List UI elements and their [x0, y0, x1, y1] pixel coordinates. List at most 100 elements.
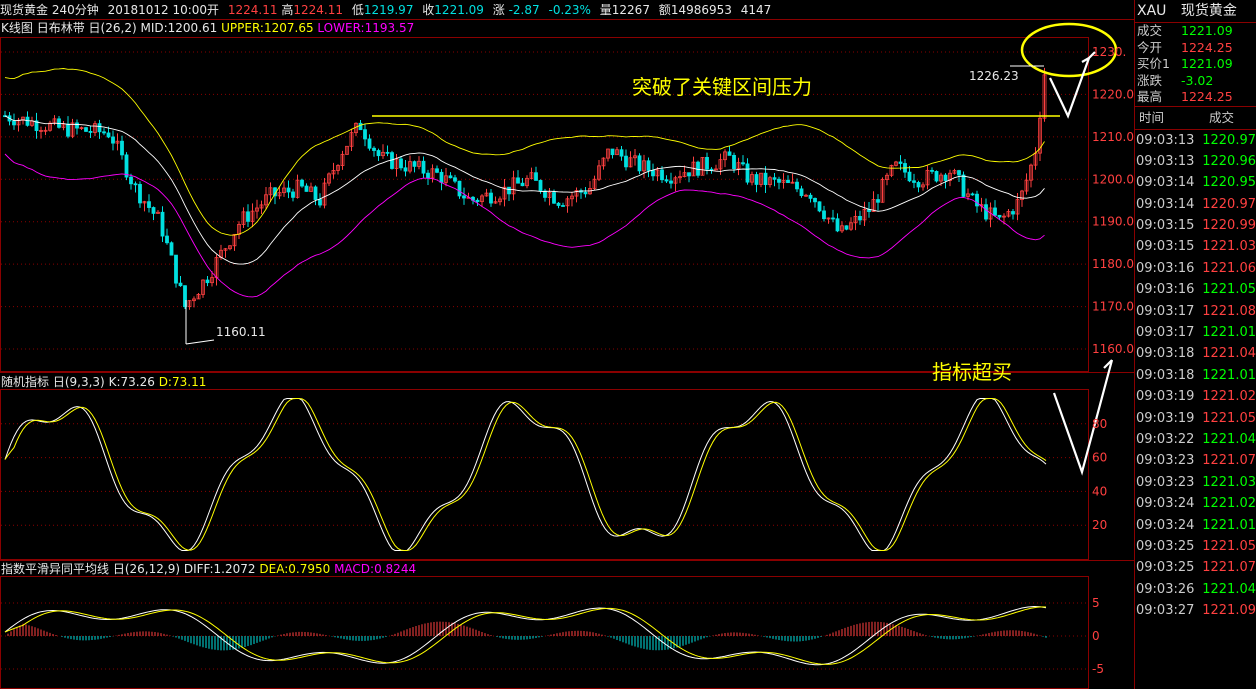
tick-time: 09:03:15 — [1136, 239, 1195, 255]
candle-body — [705, 156, 709, 170]
candle-body — [120, 140, 124, 156]
candle-body — [799, 188, 804, 196]
candle-body — [817, 201, 822, 212]
tick-price: 1220.97 — [1202, 132, 1256, 148]
candle-body — [439, 171, 444, 183]
candle-body — [727, 151, 732, 156]
lower-value: 1193.57 — [364, 21, 415, 35]
candle-body — [291, 191, 295, 198]
tick-row: 09:03:16 1221.05 — [1135, 279, 1256, 300]
tick-row: 09:03:15 1220.99 — [1135, 215, 1256, 236]
candle-body — [205, 279, 210, 284]
candle-body — [822, 210, 826, 220]
tick-time: 09:03:17 — [1136, 303, 1195, 319]
candle-body — [12, 120, 16, 126]
candle-body — [957, 170, 961, 176]
y-tick-label: 40 — [1092, 484, 1107, 498]
upper-value: 1207.65 — [263, 21, 314, 35]
candle-body — [367, 138, 372, 149]
tick-row: 09:03:26 1221.04 — [1135, 579, 1256, 600]
indicator-name[interactable]: 日布林带 — [37, 21, 85, 35]
tick-list[interactable]: 09:03:13 1220.97 09:03:13 1220.96 09:03:14 12… — [1135, 130, 1256, 622]
chart-canvas[interactable]: 1230. 1220.0 1210.0 1200.0 1190.0 1180.0 1170.… — [0, 0, 1134, 689]
candle-body — [538, 180, 543, 192]
tick-time: 09:03:22 — [1136, 431, 1195, 447]
kdj-params: 日(9,3,3) — [52, 375, 105, 389]
tick-time: 09:03:16 — [1136, 260, 1195, 276]
candle-body — [138, 184, 142, 204]
tick-time: 09:03:16 — [1136, 282, 1195, 298]
kdj-lines — [4, 398, 1047, 551]
candle-body — [489, 192, 493, 204]
candle-body — [363, 129, 367, 140]
y-tick-label: 1180.0 — [1092, 257, 1134, 271]
k-value: 73.26 — [120, 375, 155, 389]
instrument-name: 现货黄金 — [1180, 3, 1237, 19]
candle-body — [772, 177, 777, 180]
quote-row-value: 1221.09 — [1181, 56, 1233, 71]
tick-row: 09:03:14 1220.95 — [1135, 172, 1256, 193]
y-tick-label: 1210.0 — [1092, 130, 1134, 144]
candle-body — [777, 178, 781, 183]
candle-body — [984, 204, 988, 220]
tick-time: 09:03:23 — [1136, 474, 1195, 490]
tick-row: 09:03:18 1221.04 — [1135, 343, 1256, 364]
tick-price: 1221.05 — [1202, 410, 1256, 426]
dea-value: 0.7950 — [288, 562, 331, 576]
tick-row: 09:03:19 1221.02 — [1135, 386, 1256, 407]
tick-time: 09:03:27 — [1136, 603, 1195, 619]
kdj-name[interactable]: 随机指标 — [1, 375, 49, 389]
main-panel-frame — [0, 37, 1089, 372]
tick-row: 09:03:25 1221.05 — [1135, 536, 1256, 557]
tick-price: 1220.95 — [1202, 175, 1256, 191]
candle-body — [286, 187, 291, 193]
y-tick-label: 1230. — [1092, 45, 1126, 59]
tick-row: 09:03:24 1221.02 — [1135, 493, 1256, 514]
candle-body — [318, 199, 322, 206]
candle-body — [997, 214, 1002, 218]
macd-params: 日(26,12,9) — [112, 562, 181, 576]
tick-time: 09:03:25 — [1136, 538, 1195, 554]
tick-price: 1221.07 — [1202, 560, 1256, 576]
y-tick-label: 1170.0 — [1092, 300, 1134, 314]
macd-name[interactable]: 指数平滑异同平均线 — [1, 562, 109, 576]
quote-row: 买价1 1221.09 — [1135, 56, 1256, 73]
ticks-time-header: 时间 — [1139, 109, 1165, 125]
tick-row: 09:03:18 1221.01 — [1135, 365, 1256, 386]
ticks-price-header: 成交 — [1209, 109, 1235, 125]
candle-body — [376, 150, 381, 157]
tick-price: 1221.01 — [1202, 517, 1256, 533]
candle-body — [313, 186, 318, 200]
candle-body — [151, 207, 156, 214]
tick-price: 1220.96 — [1202, 153, 1256, 169]
candle-body — [372, 147, 376, 151]
candle-body — [844, 225, 849, 230]
quote-row-value: 1224.25 — [1181, 89, 1233, 104]
header-bar: 现货黄金 240分钟 20181012 10:00开 1224.11 高1224… — [0, 0, 1134, 20]
change-pct: -0.23% — [548, 3, 591, 17]
candle-body — [174, 254, 178, 284]
candle-body — [651, 170, 655, 177]
candle-body — [399, 158, 403, 169]
bar-datetime: 20181012 10:00开 — [108, 3, 220, 17]
tick-price: 1221.09 — [1202, 603, 1256, 619]
candle-body — [745, 163, 750, 183]
candle-body — [552, 192, 556, 204]
candle-body — [732, 154, 736, 169]
candle-body — [646, 160, 651, 171]
main-panel-name[interactable]: K线图 — [1, 21, 33, 35]
quote-row-value: 1224.25 — [1181, 39, 1233, 55]
close-label: 收 — [422, 3, 435, 17]
tick-row: 09:03:17 1221.08 — [1135, 301, 1256, 322]
candle-body — [624, 155, 628, 168]
symbol: XAU — [1137, 3, 1167, 19]
bar-date: 20181012 10:00 — [107, 3, 208, 17]
macd-value: 0.8244 — [374, 562, 417, 576]
candle-body — [741, 162, 745, 165]
mid-value: 1200.61 — [167, 21, 218, 35]
overbought-annotation: 指标超买 — [932, 360, 1012, 384]
tick-row: 09:03:13 1220.97 — [1135, 130, 1256, 151]
tick-time: 09:03:19 — [1136, 389, 1195, 405]
tick-time: 09:03:25 — [1136, 560, 1195, 576]
candle-body — [358, 122, 363, 131]
